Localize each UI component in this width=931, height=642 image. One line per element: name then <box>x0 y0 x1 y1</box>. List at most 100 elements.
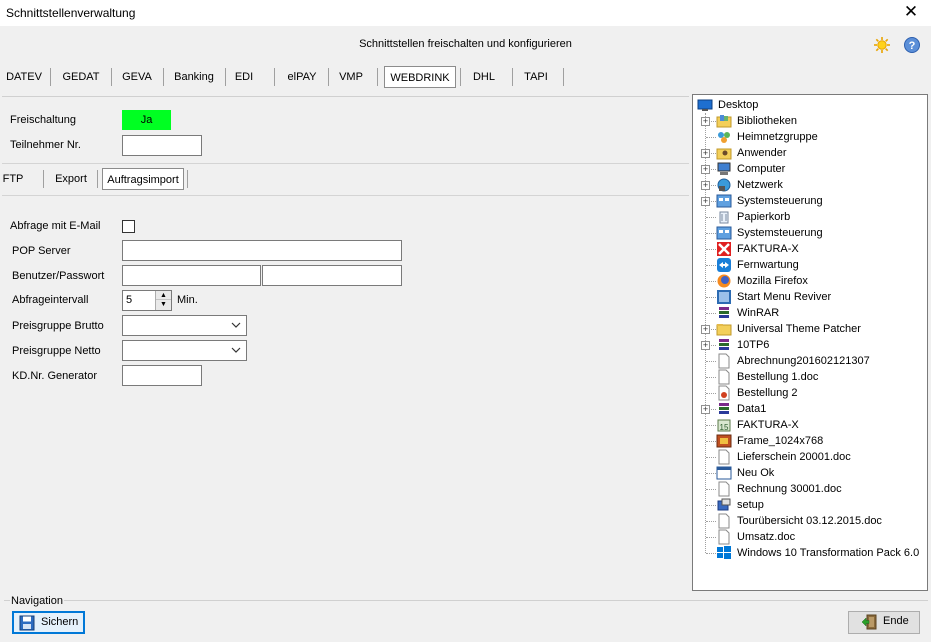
preisgruppe-brutto-select[interactable] <box>122 315 247 336</box>
tree-node-label: setup <box>737 499 764 511</box>
tree-node-label: Abrechnung201602121307 <box>737 355 870 367</box>
tree-node-label: Computer <box>737 163 786 175</box>
document-icon <box>718 481 730 497</box>
tab-geva[interactable]: GEVA <box>116 66 158 88</box>
help-icon[interactable]: ? <box>903 36 921 54</box>
header-subtitle: Schnittstellen freischalten und konfigur… <box>359 38 572 50</box>
preisgruppe-netto-select[interactable] <box>122 340 247 361</box>
tree-connector <box>706 537 716 538</box>
document-icon <box>718 353 730 369</box>
tab-tapi[interactable]: TAPI <box>516 66 556 88</box>
user-label: Benutzer/Passwort <box>12 270 105 282</box>
control-panel-icon <box>716 194 732 208</box>
tree-connector <box>706 281 716 282</box>
svg-text:?: ? <box>909 40 916 52</box>
username-input[interactable] <box>122 265 261 286</box>
expand-icon[interactable]: + <box>701 117 710 126</box>
navigation-group <box>4 600 928 638</box>
expand-icon[interactable]: + <box>701 181 710 190</box>
folder-tree[interactable]: Desktop + Bibliotheken Heimnetzgruppe + Anwe… <box>692 94 928 591</box>
expand-icon[interactable]: + <box>701 197 710 206</box>
tree-connector <box>706 489 716 490</box>
expand-icon[interactable]: + <box>701 325 710 334</box>
folder-library-icon <box>716 115 732 128</box>
sun-icon[interactable] <box>873 36 891 54</box>
expand-icon[interactable]: + <box>701 165 710 174</box>
tree-node-label: Anwender <box>737 147 787 159</box>
tree-node-label: Desktop <box>718 99 759 111</box>
tree-node-label: FAKTURA-X <box>737 419 799 431</box>
tab-separator <box>328 68 329 86</box>
tree-connector <box>706 361 716 362</box>
email-label: Abfrage mit E-Mail <box>10 220 101 232</box>
tab-vmp[interactable]: VMP <box>332 66 370 88</box>
floppy-disk-icon <box>19 615 35 631</box>
end-button[interactable]: Ende <box>848 611 920 634</box>
tab-separator <box>111 68 112 86</box>
subtab-auftragsimport[interactable]: Auftragsimport <box>102 168 184 190</box>
pop-server-input[interactable] <box>122 240 402 261</box>
tab-separator <box>563 68 564 86</box>
save-button-label: Sichern <box>41 616 79 628</box>
teilnehmer-input[interactable] <box>122 135 202 156</box>
tree-node-label: Tourübersicht 03.12.2015.doc <box>737 515 882 527</box>
tree-connector <box>706 473 716 474</box>
tree-node-label: FAKTURA-X <box>737 243 799 255</box>
tab-elpay[interactable]: elPAY <box>280 66 324 88</box>
tree-node-label: Umsatz.doc <box>737 531 796 543</box>
tree-connector <box>706 377 716 378</box>
window-icon <box>716 466 732 480</box>
chevron-down-icon[interactable]: ▼ <box>156 300 171 309</box>
tab-webdrink[interactable]: WEBDRINK <box>384 66 456 88</box>
tree-connector <box>706 217 716 218</box>
subtab-export[interactable]: Export <box>50 168 92 190</box>
control-panel-icon <box>716 226 732 240</box>
network-icon <box>717 178 731 192</box>
tab-banking[interactable]: Banking <box>168 66 220 88</box>
tree-connector <box>706 505 716 506</box>
tab-dhl[interactable]: DHL <box>464 66 504 88</box>
tab-gedat[interactable]: GEDAT <box>56 66 106 88</box>
divider <box>2 163 689 164</box>
password-input[interactable] <box>262 265 402 286</box>
title-bar: Schnittstellenverwaltung ✕ <box>0 0 931 26</box>
winrar-icon <box>719 339 729 350</box>
tree-node-label: WinRAR <box>737 307 780 319</box>
winrar-icon <box>719 403 729 414</box>
tab-separator <box>377 68 378 86</box>
expand-icon[interactable]: + <box>701 341 710 350</box>
tree-node-label: Systemsteuerung <box>737 227 823 239</box>
tree-node-label: Lieferschein 20001.doc <box>737 451 851 463</box>
subtab-ftp[interactable]: FTP <box>2 168 24 190</box>
document-icon <box>718 529 730 545</box>
tab-separator <box>225 68 226 86</box>
close-icon[interactable]: ✕ <box>898 1 924 25</box>
freischaltung-label: Freischaltung <box>10 114 77 126</box>
tree-connector <box>706 313 716 314</box>
kdnr-generator-input[interactable] <box>122 365 202 386</box>
tree-node-label: Windows 10 Transformation Pack 6.0 <box>737 547 920 559</box>
end-button-label: Ende <box>883 615 909 627</box>
tab-separator <box>97 170 98 188</box>
tree-node-label: Heimnetzgruppe <box>737 131 818 143</box>
freischaltung-status[interactable]: Ja <box>122 110 171 130</box>
interval-stepper[interactable]: 5 ▲ ▼ <box>122 290 172 311</box>
email-checkbox[interactable] <box>122 220 135 233</box>
tab-edi[interactable]: EDI <box>230 66 258 88</box>
tab-separator <box>512 68 513 86</box>
tree-node-label: Netzwerk <box>737 179 783 191</box>
tree-connector <box>706 249 716 250</box>
tree-connector <box>706 137 716 138</box>
teamviewer-icon <box>717 258 731 272</box>
faktura-red-icon <box>717 242 731 256</box>
expand-icon[interactable]: + <box>701 149 710 158</box>
expand-icon[interactable]: + <box>701 405 710 414</box>
interval-unit: Min. <box>177 294 198 306</box>
tree-connector <box>706 457 716 458</box>
teilnehmer-label: Teilnehmer Nr. <box>10 139 81 151</box>
save-button[interactable]: Sichern <box>12 611 85 634</box>
tab-datev[interactable]: DATEV <box>4 66 44 88</box>
tree-connector <box>706 553 716 554</box>
tree-node-label: Bibliotheken <box>737 115 797 127</box>
chevron-up-icon[interactable]: ▲ <box>156 291 171 300</box>
